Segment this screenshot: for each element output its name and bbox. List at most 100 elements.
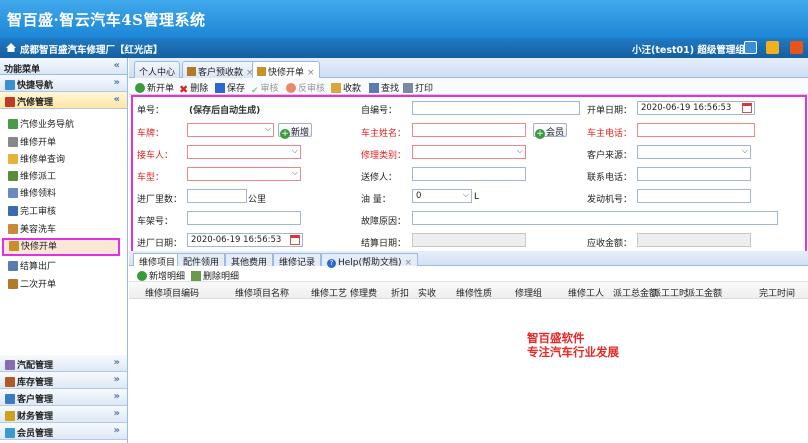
sender-label: 送修人： (361, 173, 398, 183)
button-label: 新增 (291, 128, 310, 138)
sidebar-item-label: 美容洗车 (20, 225, 57, 235)
sidebar-item-repair-navigation[interactable]: 汽修业务导航 (8, 118, 74, 132)
tab-customer-prepay[interactable]: 客户预收款 × (182, 61, 259, 78)
in-date-label: 进厂日期： (137, 239, 183, 249)
quick-order-icon (9, 241, 19, 251)
tab-quick-order[interactable]: 快修开单 × (252, 61, 320, 79)
vin-input[interactable] (187, 211, 301, 225)
prepay-icon (187, 67, 196, 76)
button-label: 新开单 (147, 84, 175, 94)
sidebar-header-label: 功能菜单 (4, 65, 41, 75)
source-select[interactable]: ⌵ (637, 145, 751, 159)
calendar-icon[interactable] (290, 235, 300, 245)
sidebar-item-order-query[interactable]: 维修单查询 (8, 153, 65, 167)
tab-repair-records[interactable]: 维修记录 (273, 253, 322, 268)
add-detail-button[interactable]: 新增明细 (137, 269, 185, 282)
customer-icon (5, 394, 15, 404)
section-label: 库存管理 (17, 378, 54, 388)
tab-personal-center[interactable]: 个人中心 (134, 61, 181, 78)
in-date-value: 2020-06-19 16:56:53 (191, 235, 282, 245)
sidebar-section-finance[interactable]: 财务管理 » (0, 406, 127, 423)
receiver-select[interactable]: ⌵ (187, 145, 301, 159)
contact-input[interactable] (637, 167, 751, 181)
collect-button[interactable]: 收款 (331, 81, 361, 94)
engine-no-input[interactable] (637, 189, 751, 203)
calendar-icon[interactable] (742, 103, 752, 113)
close-icon[interactable]: × (307, 68, 315, 78)
sidebar-section-quick-nav[interactable]: 快捷导航 » (0, 75, 127, 92)
delete-button[interactable]: ✖ 删除 (179, 81, 208, 96)
add-vehicle-button[interactable]: + 新增 (278, 123, 313, 139)
owner-phone-input[interactable] (637, 123, 755, 137)
fault-input[interactable] (412, 211, 778, 225)
col-repair-fee: 修理费 (350, 289, 378, 299)
promo-line-1: 智百盛软件 (527, 331, 585, 345)
chevron-down-icon: » (113, 77, 120, 88)
chevron-up-icon: « (113, 94, 120, 105)
owner-name-input[interactable] (412, 123, 526, 137)
sidebar-item-car-wash[interactable]: 美容洗车 (8, 223, 56, 237)
sidebar-item-dispatch[interactable]: 维修派工 (8, 170, 56, 184)
col-worker: 维修工人 (568, 289, 605, 299)
col-item-code: 维修项目编码 (145, 289, 200, 299)
mileage-input[interactable] (187, 189, 247, 203)
sidebar-item-completion-review[interactable]: 完工审核 (8, 205, 56, 219)
oil-select[interactable]: 0 ⌵ (412, 189, 472, 203)
button-label: 收款 (343, 84, 362, 94)
model-select[interactable]: ⌵ (187, 167, 301, 181)
new-order-button[interactable]: 新开单 (135, 81, 174, 94)
oil-label: 油 量： (361, 195, 391, 205)
sidebar-item-repair-order[interactable]: 维修开单 (8, 136, 56, 150)
sidebar-item-parts-pick[interactable]: 维修领料 (8, 187, 56, 201)
member-button[interactable]: + 会员 (533, 123, 568, 139)
tab-parts-usage[interactable]: 配件领用 (177, 253, 226, 268)
sidebar-item-quick-order[interactable]: 快修开单 (2, 238, 120, 256)
sidebar-section-inventory[interactable]: 库存管理 » (0, 372, 127, 389)
fault-label: 故障原因： (361, 217, 407, 227)
logout-icon[interactable] (790, 41, 803, 54)
sidebar-section-member[interactable]: 会员管理 » (0, 423, 127, 440)
unaudit-button[interactable]: 反审核 (286, 81, 325, 94)
folder-search-icon (8, 154, 18, 164)
repair-type-select[interactable]: ⌵ (412, 145, 526, 159)
open-date-input[interactable]: 2020-06-19 16:56:53 (637, 101, 755, 115)
audit-button[interactable]: ✔ 审核 (251, 81, 279, 96)
sidebar-item-reorder[interactable]: 二次开单 (8, 278, 56, 292)
self-no-input[interactable] (412, 101, 580, 115)
message-icon[interactable] (744, 41, 757, 54)
sidebar-section-customer[interactable]: 客户管理 » (0, 389, 127, 406)
print-icon (403, 83, 413, 93)
section-label: 快捷导航 (17, 81, 54, 91)
app-title: 智百盛·智云汽车4S管理系统 (7, 11, 206, 29)
print-button[interactable]: 打印 (403, 81, 433, 94)
delete-detail-button[interactable]: 删除明细 (191, 269, 239, 282)
finance-icon (5, 411, 15, 421)
sender-input[interactable] (412, 167, 526, 181)
plus-icon (137, 271, 147, 281)
tab-label: 客户预收款 (198, 68, 244, 78)
tab-other-fees[interactable]: 其他费用 (225, 253, 274, 268)
sidebar-section-parts[interactable]: 汽配管理 » (0, 355, 127, 372)
chevron-down-icon: » (113, 425, 120, 436)
receiver-label: 接车人： (137, 151, 174, 161)
plate-select[interactable]: ⌵ (187, 123, 274, 137)
settings-icon[interactable] (766, 41, 779, 54)
tab-repair-items[interactable]: 维修项目 (133, 253, 182, 268)
col-dispatch-hours: 派工工时 (652, 289, 689, 299)
sidebar-item-settlement[interactable]: 结算出厂 (8, 260, 56, 274)
sidebar-section-repair[interactable]: 汽修管理 « (0, 92, 127, 109)
in-date-input[interactable]: 2020-06-19 16:56:53 (187, 233, 303, 247)
collapse-icon[interactable]: « (114, 60, 120, 71)
settle-date-input (412, 233, 526, 247)
receivable-label: 应收金额： (587, 239, 633, 249)
home-icon[interactable] (5, 42, 17, 53)
button-label: 删除明细 (203, 272, 240, 282)
save-button[interactable]: 保存 (215, 81, 245, 94)
button-label: 删除 (190, 84, 209, 94)
sidebar-item-label: 快修开单 (21, 242, 58, 252)
tab-help-docs[interactable]: ? Help(帮助文档) × (321, 253, 419, 268)
chevron-down-icon: ⌵ (264, 124, 271, 133)
self-no-label: 自编号： (361, 106, 398, 116)
mileage-label: 进厂里数： (137, 195, 183, 205)
search-button[interactable]: 查找 (369, 81, 399, 94)
